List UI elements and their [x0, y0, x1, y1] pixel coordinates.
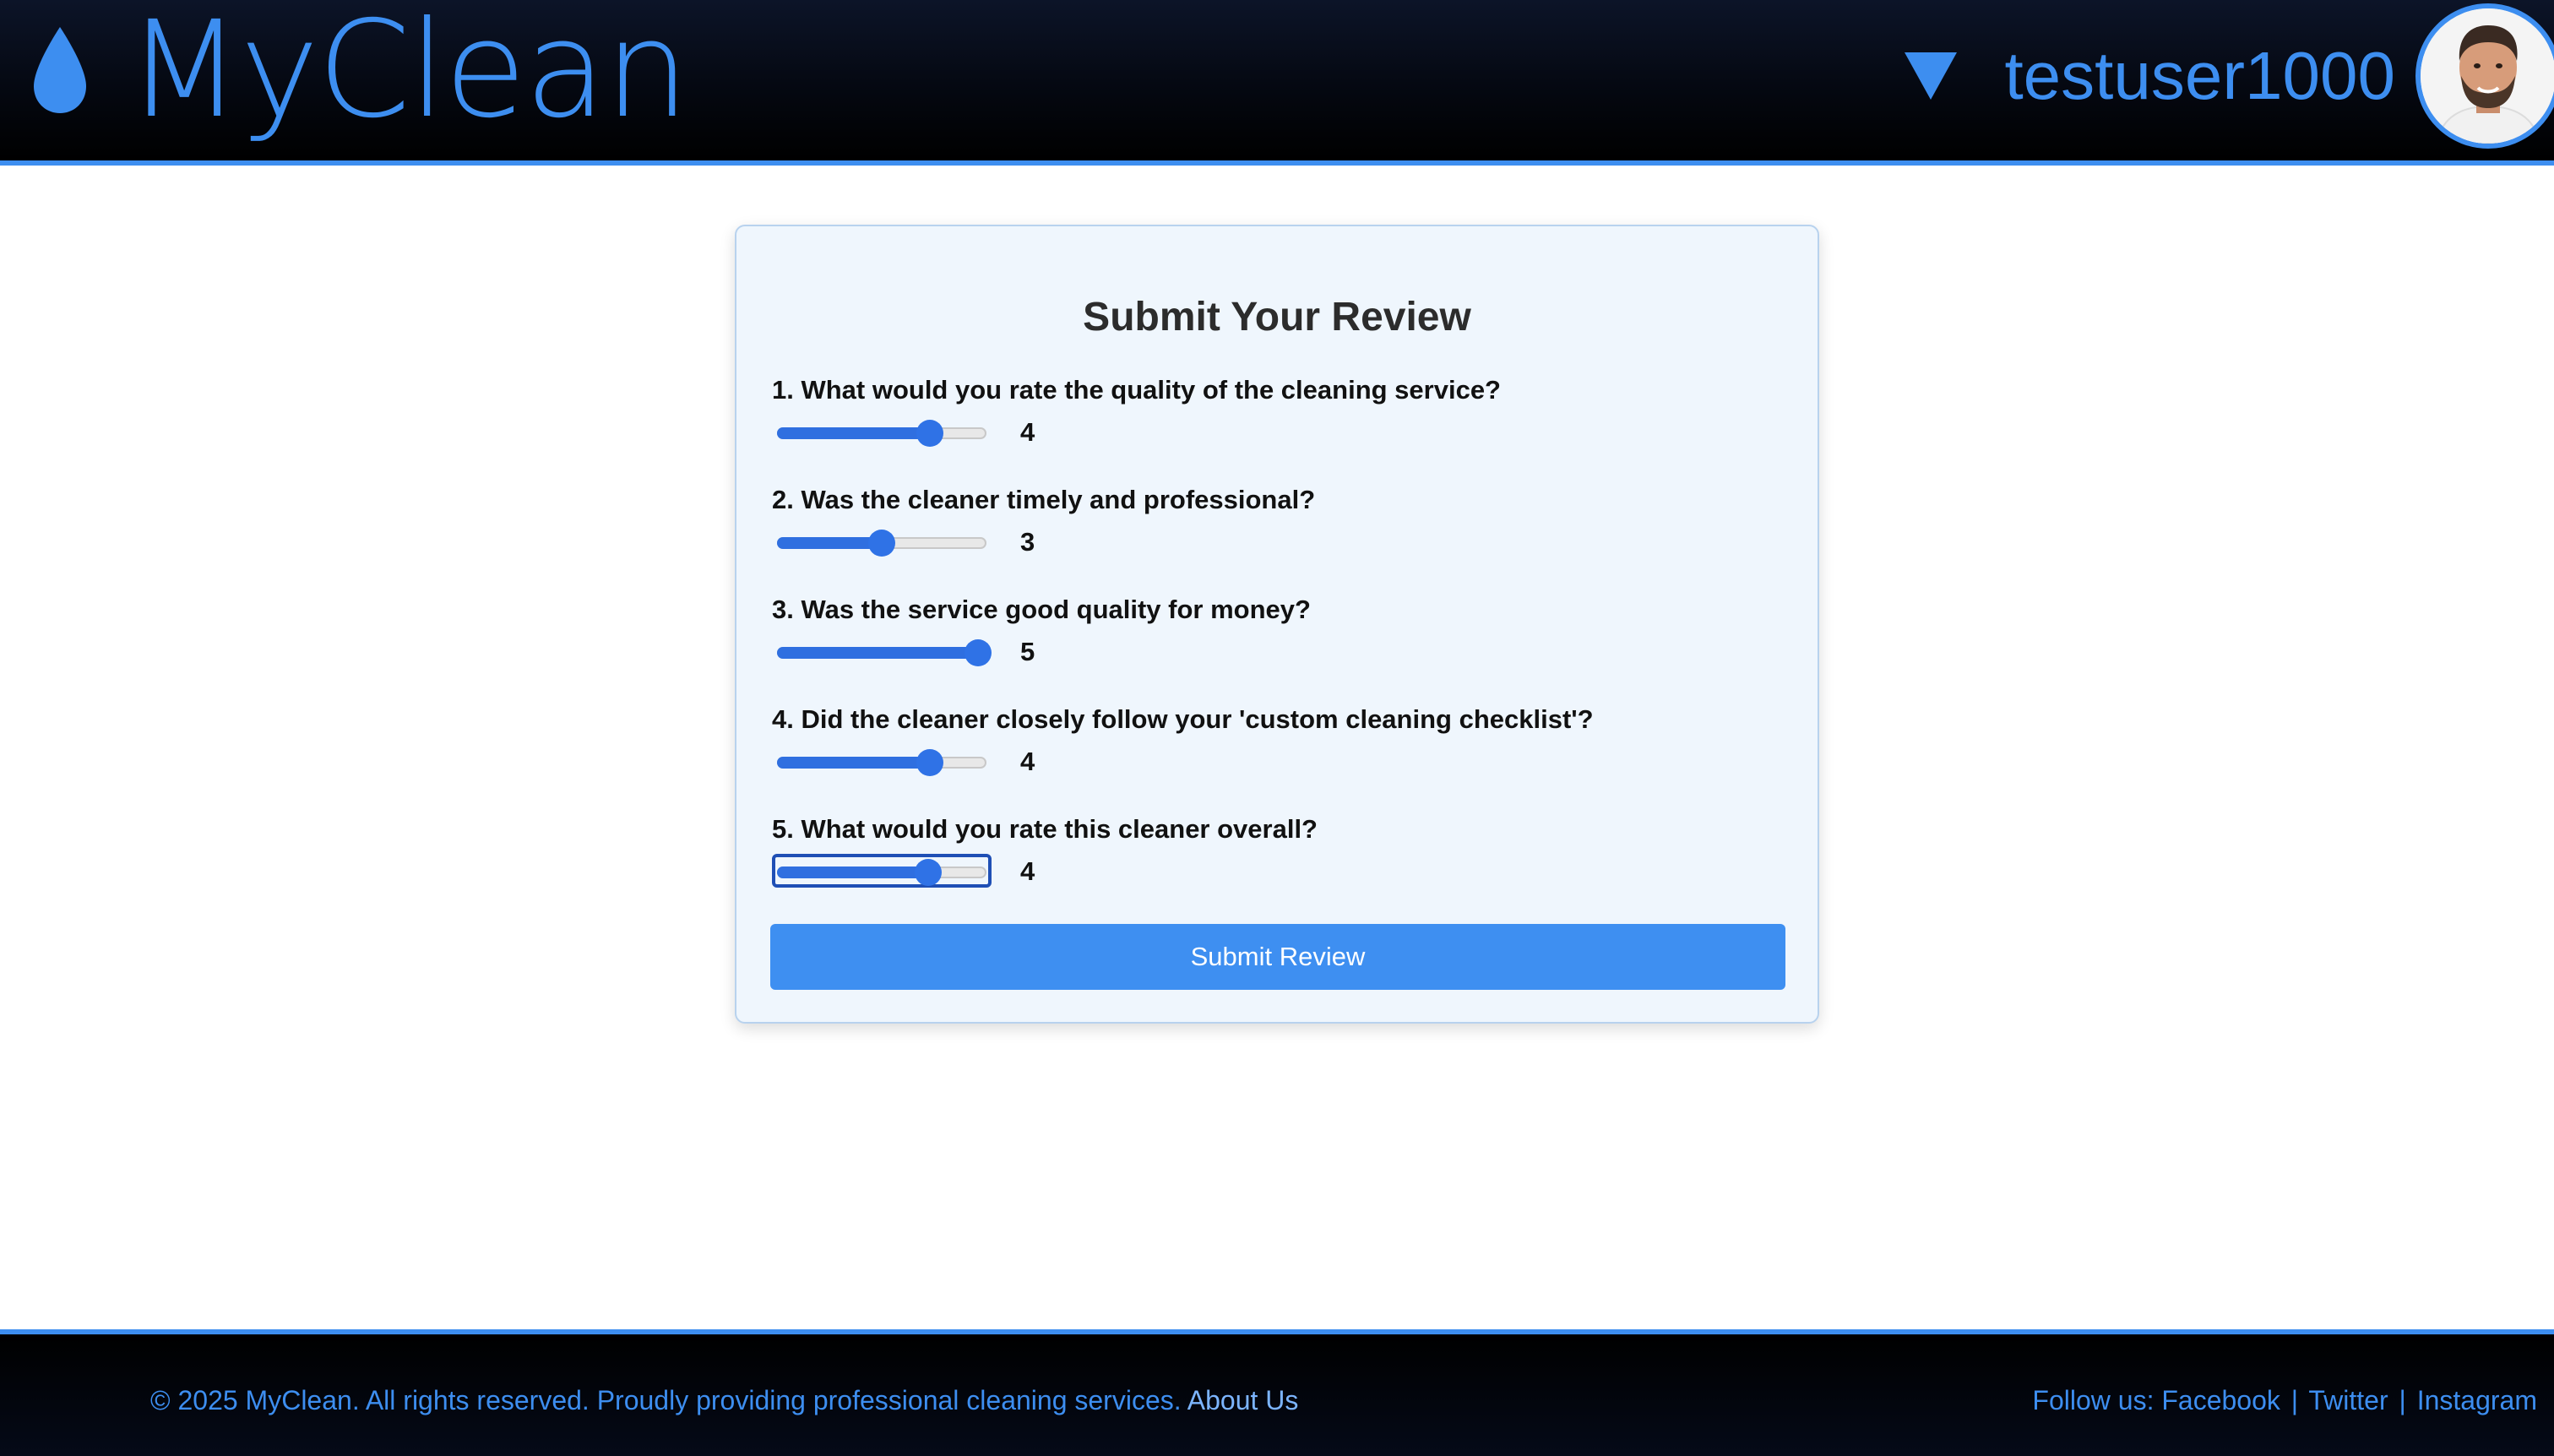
- question-label: 5. What would you rate this cleaner over…: [772, 814, 1318, 844]
- rating-slider-overall[interactable]: [772, 854, 992, 888]
- avatar-portrait-icon: [2421, 8, 2554, 144]
- rating-value: 4: [1020, 416, 1035, 447]
- footer-copyright-block: © 2025 MyClean. All rights reserved. Pro…: [150, 1385, 1298, 1416]
- twitter-link[interactable]: Twitter: [2308, 1385, 2388, 1415]
- slider-thumb[interactable]: [916, 420, 943, 447]
- slider-fill: [777, 757, 930, 769]
- about-us-link[interactable]: About Us: [1187, 1385, 1299, 1415]
- review-form-card: Submit Your Review 1. What would you rat…: [735, 225, 1819, 1024]
- rating-value: 5: [1020, 636, 1035, 666]
- caret-down-icon[interactable]: [1905, 52, 1958, 100]
- droplet-icon: [34, 27, 86, 113]
- slider-thumb[interactable]: [916, 749, 943, 776]
- slider-fill: [777, 537, 882, 549]
- rating-value: 4: [1020, 746, 1035, 776]
- rating-slider-timely[interactable]: [772, 524, 992, 558]
- question-checklist: 4. Did the cleaner closely follow your '…: [772, 706, 1785, 778]
- question-overall: 5. What would you rate this cleaner over…: [772, 816, 1785, 888]
- separator: |: [2290, 1385, 2299, 1415]
- rating-slider-checklist[interactable]: [772, 744, 992, 778]
- question-label: 1. What would you rate the quality of th…: [772, 375, 1501, 405]
- footer-social-block: Follow us: Facebook | Twitter | Instagra…: [2032, 1385, 2537, 1416]
- avatar[interactable]: [2415, 3, 2554, 149]
- slider-thumb[interactable]: [915, 859, 942, 886]
- question-label: 4. Did the cleaner closely follow your '…: [772, 704, 1594, 734]
- question-timely: 2. Was the cleaner timely and profession…: [772, 486, 1785, 558]
- user-menu[interactable]: testuser1000: [1905, 0, 2554, 152]
- question-label: 2. Was the cleaner timely and profession…: [772, 485, 1316, 514]
- question-quality: 1. What would you rate the quality of th…: [772, 377, 1785, 448]
- slider-fill: [777, 427, 930, 439]
- brand-logo[interactable]: MyClean: [30, 3, 689, 137]
- footer: © 2025 MyClean. All rights reserved. Pro…: [0, 1329, 2554, 1456]
- question-label: 3. Was the service good quality for mone…: [772, 595, 1311, 624]
- copyright-text: © 2025 MyClean. All rights reserved. Pro…: [150, 1385, 1182, 1415]
- rating-slider-quality[interactable]: [772, 415, 992, 448]
- slider-thumb[interactable]: [868, 530, 895, 557]
- slider-thumb[interactable]: [965, 639, 992, 666]
- submit-review-button[interactable]: Submit Review: [770, 924, 1785, 990]
- slider-fill: [777, 867, 925, 878]
- rating-slider-value[interactable]: [772, 634, 992, 668]
- follow-label: Follow us:: [2032, 1385, 2155, 1415]
- rating-value: 4: [1020, 856, 1035, 886]
- separator: |: [2399, 1385, 2406, 1415]
- slider-fill: [777, 647, 978, 659]
- instagram-link[interactable]: Instagram: [2417, 1385, 2537, 1415]
- brand-name: MyClean: [127, 0, 689, 148]
- facebook-link[interactable]: Facebook: [2161, 1385, 2280, 1415]
- top-navbar: MyClean testuser1000: [0, 0, 2554, 166]
- question-value-for-money: 3. Was the service good quality for mone…: [772, 596, 1785, 668]
- page-title: Submit Your Review: [1083, 295, 1471, 340]
- username-label[interactable]: testuser1000: [2004, 42, 2395, 110]
- rating-value: 3: [1020, 526, 1035, 557]
